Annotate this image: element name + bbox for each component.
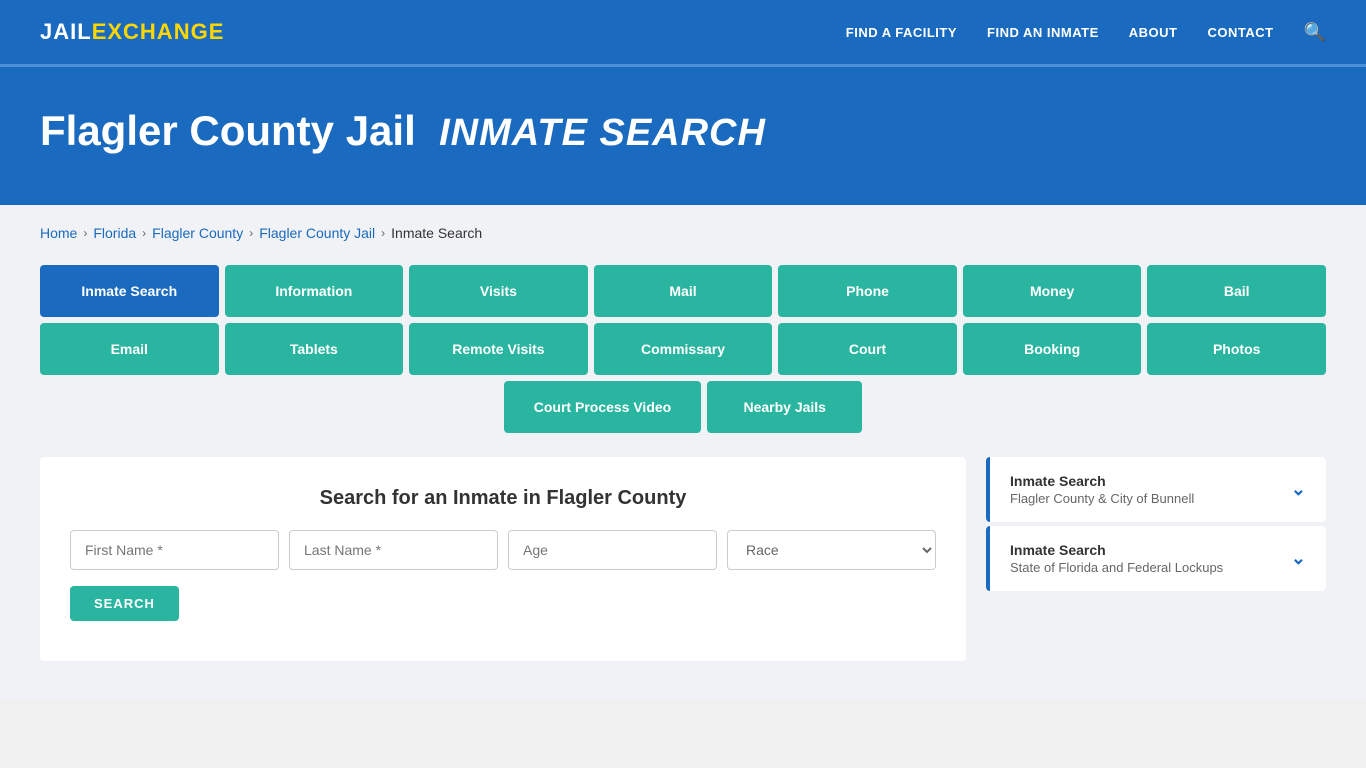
sidebar-item-flagler-subtitle: Flagler County & City of Bunnell bbox=[1010, 491, 1194, 506]
nav-contact[interactable]: CONTACT bbox=[1207, 25, 1273, 40]
breadcrumb-jail[interactable]: Flagler County Jail bbox=[259, 225, 375, 241]
nav-btn-money[interactable]: Money bbox=[963, 265, 1142, 317]
nav-btn-nearby-jails[interactable]: Nearby Jails bbox=[707, 381, 862, 433]
nav-btn-email[interactable]: Email bbox=[40, 323, 219, 375]
main-nav: FIND A FACILITY FIND AN INMATE ABOUT CON… bbox=[846, 22, 1326, 43]
search-button[interactable]: SEARCH bbox=[70, 586, 179, 621]
nav-buttons-row1: Inmate Search Information Visits Mail Ph… bbox=[40, 265, 1326, 317]
nav-btn-court-process-video[interactable]: Court Process Video bbox=[504, 381, 701, 433]
breadcrumb: Home › Florida › Flagler County › Flagle… bbox=[40, 225, 1326, 241]
content-area: Home › Florida › Flagler County › Flagle… bbox=[0, 205, 1366, 701]
sidebar-item-florida-subtitle: State of Florida and Federal Lockups bbox=[1010, 560, 1223, 575]
sidebar-item-flagler-text: Inmate Search Flagler County & City of B… bbox=[1010, 473, 1194, 506]
nav-btn-court[interactable]: Court bbox=[778, 323, 957, 375]
sidebar: Inmate Search Flagler County & City of B… bbox=[986, 457, 1326, 595]
logo-exchange: EXCHANGE bbox=[92, 19, 225, 45]
main-layout: Search for an Inmate in Flagler County R… bbox=[40, 457, 1326, 661]
logo-jail: JAIL bbox=[40, 19, 92, 45]
breadcrumb-sep-2: › bbox=[142, 226, 146, 240]
nav-btn-visits[interactable]: Visits bbox=[409, 265, 588, 317]
chevron-down-icon: ⌄ bbox=[1291, 479, 1306, 500]
nav-btn-bail[interactable]: Bail bbox=[1147, 265, 1326, 317]
hero-title-sub: INMATE SEARCH bbox=[439, 112, 766, 154]
first-name-input[interactable] bbox=[70, 530, 279, 570]
race-select[interactable]: Race White Black Hispanic Asian Other bbox=[727, 530, 936, 570]
logo[interactable]: JAILEXCHANGE bbox=[40, 19, 224, 45]
breadcrumb-county[interactable]: Flagler County bbox=[152, 225, 243, 241]
search-fields: Race White Black Hispanic Asian Other bbox=[70, 530, 936, 570]
nav-btn-photos[interactable]: Photos bbox=[1147, 323, 1326, 375]
nav-find-facility[interactable]: FIND A FACILITY bbox=[846, 25, 957, 40]
breadcrumb-sep-3: › bbox=[249, 226, 253, 240]
search-card-title: Search for an Inmate in Flagler County bbox=[70, 487, 936, 510]
breadcrumb-current: Inmate Search bbox=[391, 225, 482, 241]
breadcrumb-florida[interactable]: Florida bbox=[93, 225, 136, 241]
sidebar-item-florida-text: Inmate Search State of Florida and Feder… bbox=[1010, 542, 1223, 575]
search-card: Search for an Inmate in Flagler County R… bbox=[40, 457, 966, 661]
breadcrumb-home[interactable]: Home bbox=[40, 225, 77, 241]
sidebar-item-flagler-title: Inmate Search bbox=[1010, 473, 1194, 489]
nav-buttons-row2: Email Tablets Remote Visits Commissary C… bbox=[40, 323, 1326, 375]
sidebar-item-florida[interactable]: Inmate Search State of Florida and Feder… bbox=[986, 526, 1326, 591]
nav-find-inmate[interactable]: FIND AN INMATE bbox=[987, 25, 1099, 40]
nav-about[interactable]: ABOUT bbox=[1129, 25, 1178, 40]
last-name-input[interactable] bbox=[289, 530, 498, 570]
nav-btn-mail[interactable]: Mail bbox=[594, 265, 773, 317]
chevron-down-icon-2: ⌄ bbox=[1291, 548, 1306, 569]
nav-btn-inmate-search[interactable]: Inmate Search bbox=[40, 265, 219, 317]
nav-btn-information[interactable]: Information bbox=[225, 265, 404, 317]
nav-btn-booking[interactable]: Booking bbox=[963, 323, 1142, 375]
nav-btn-commissary[interactable]: Commissary bbox=[594, 323, 773, 375]
page-title: Flagler County Jail INMATE SEARCH bbox=[40, 107, 1326, 155]
header-search-icon[interactable]: 🔍 bbox=[1304, 22, 1326, 43]
nav-buttons-row3: Court Process Video Nearby Jails bbox=[40, 381, 1326, 433]
breadcrumb-sep-4: › bbox=[381, 226, 385, 240]
nav-btn-remote-visits[interactable]: Remote Visits bbox=[409, 323, 588, 375]
hero-section: Flagler County Jail INMATE SEARCH bbox=[0, 67, 1366, 205]
breadcrumb-sep-1: › bbox=[83, 226, 87, 240]
age-input[interactable] bbox=[508, 530, 717, 570]
header: JAILEXCHANGE FIND A FACILITY FIND AN INM… bbox=[0, 0, 1366, 64]
sidebar-item-florida-title: Inmate Search bbox=[1010, 542, 1223, 558]
nav-btn-tablets[interactable]: Tablets bbox=[225, 323, 404, 375]
sidebar-item-flagler[interactable]: Inmate Search Flagler County & City of B… bbox=[986, 457, 1326, 522]
hero-title-main: Flagler County Jail bbox=[40, 107, 416, 154]
nav-btn-phone[interactable]: Phone bbox=[778, 265, 957, 317]
